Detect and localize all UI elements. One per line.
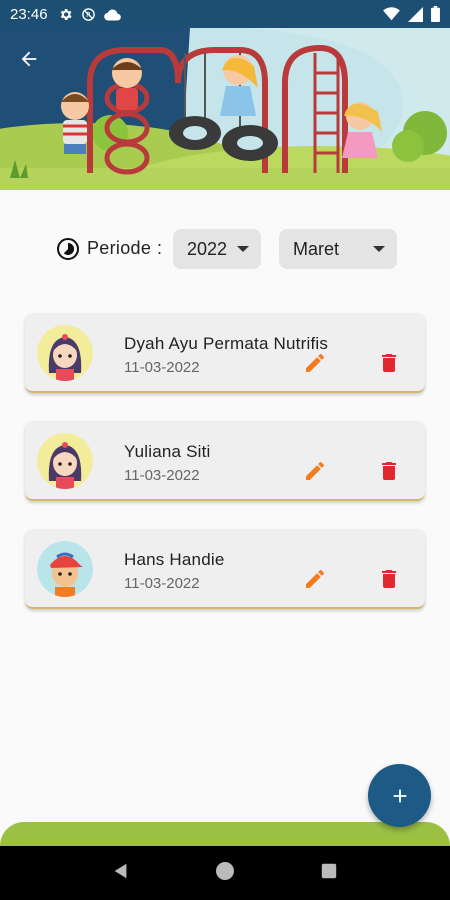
- pencil-icon: [306, 569, 324, 588]
- home-circle-icon[interactable]: [215, 861, 235, 886]
- avatar: [37, 433, 93, 489]
- chevron-down-icon: [373, 246, 385, 252]
- plus-icon: [393, 789, 406, 802]
- delete-button[interactable]: [377, 459, 401, 483]
- record-name: Yuliana Siti: [124, 442, 211, 461]
- trash-icon: [382, 570, 396, 588]
- record-name: Dyah Ayu Permata Nutrifis: [124, 334, 329, 353]
- year-dropdown[interactable]: 2022: [173, 229, 261, 269]
- record-date: 11-03-2022: [124, 575, 200, 592]
- pencil-icon: [306, 461, 324, 480]
- avatar: [37, 325, 93, 381]
- list-item[interactable]: Yuliana Siti 11-03-2022: [25, 421, 425, 501]
- timelapse-icon: [57, 238, 79, 260]
- trash-icon: [382, 462, 396, 480]
- period-colon: :: [157, 238, 163, 258]
- list-item[interactable]: Dyah Ayu Permata Nutrifis 11-03-2022: [25, 313, 425, 393]
- list-item[interactable]: Hans Handie 11-03-2022: [25, 529, 425, 609]
- wifi-icon: [383, 7, 400, 21]
- add-button[interactable]: [368, 764, 431, 827]
- boy-avatar-icon: [37, 541, 93, 597]
- avatar: [37, 541, 93, 597]
- signal-icon: [408, 6, 423, 22]
- delete-button[interactable]: [377, 351, 401, 375]
- recents-square-icon[interactable]: [320, 862, 338, 885]
- girl-avatar-icon: [37, 433, 93, 489]
- edit-button[interactable]: [303, 351, 327, 375]
- battery-icon: [431, 6, 440, 22]
- header-banner: [0, 28, 450, 190]
- gear-icon: [60, 8, 72, 20]
- arrow-back-icon: [21, 51, 37, 67]
- month-value: Maret: [293, 238, 340, 259]
- no-data-icon: R: [81, 7, 95, 21]
- record-date: 11-03-2022: [124, 359, 200, 376]
- girl-avatar-icon: [37, 325, 93, 381]
- cloud-icon: [103, 8, 121, 21]
- record-name: Hans Handie: [124, 550, 225, 569]
- system-nav-bar: [0, 846, 450, 900]
- edit-button[interactable]: [303, 459, 327, 483]
- period-label: Periode: [87, 238, 152, 258]
- delete-button[interactable]: [377, 567, 401, 591]
- edit-button[interactable]: [303, 567, 327, 591]
- pencil-icon: [306, 353, 324, 372]
- status-bar: 23:46 R: [0, 0, 450, 28]
- back-triangle-icon[interactable]: [112, 862, 130, 885]
- chevron-down-icon: [237, 246, 249, 252]
- record-date: 11-03-2022: [124, 467, 200, 484]
- month-dropdown[interactable]: Maret: [279, 229, 397, 269]
- back-button[interactable]: [18, 48, 48, 78]
- year-value: 2022: [187, 238, 228, 259]
- period-selector: Periode : 2022 Maret: [0, 229, 450, 269]
- status-time: 23:46: [10, 5, 48, 23]
- playground-illustration: [0, 28, 450, 190]
- trash-icon: [382, 354, 396, 372]
